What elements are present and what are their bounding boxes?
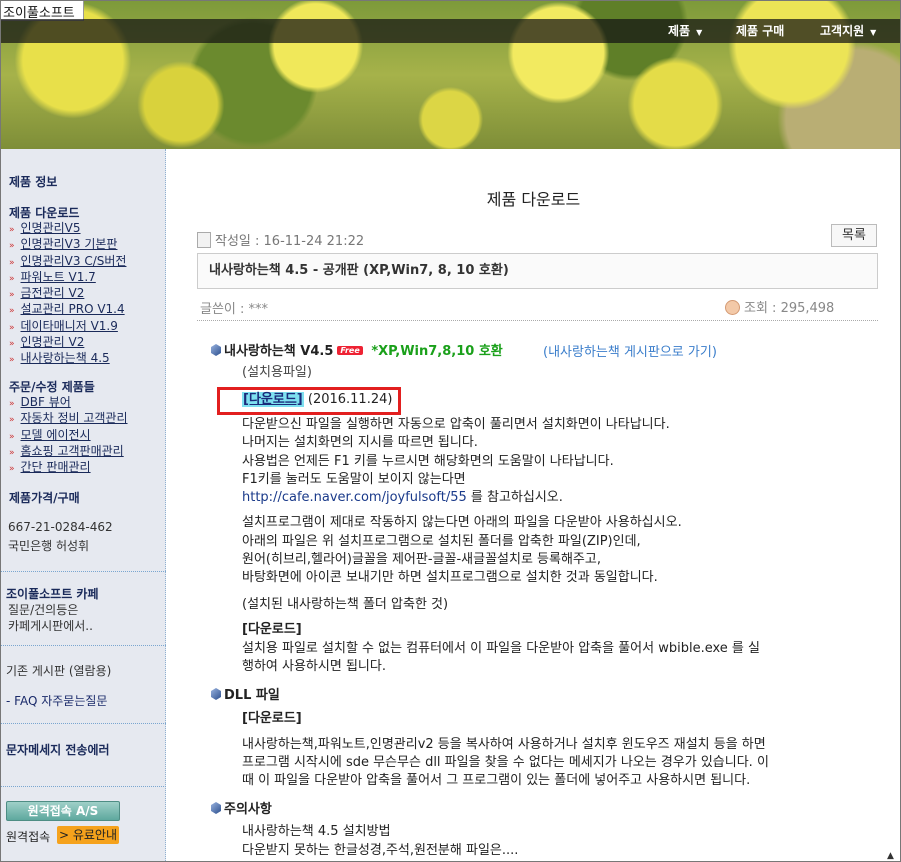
nav-purchase[interactable]: 제품 구매	[736, 22, 784, 39]
para-2-line: 바탕화면에 아이콘 보내기만 하면 설치프로그램으로 설치한 것과 동일합니다.	[242, 570, 658, 585]
sidebar-download-item[interactable]: » 인명관리V3 C/S버전	[9, 253, 126, 269]
sidebar-order-list: » DBF 뷰어 » 자동차 정비 고객관리 » 모델 에이전시 » 홈쇼핑 고객판매관…	[9, 394, 128, 475]
sidebar-order-item[interactable]: » 홈쇼핑 고객판매관리	[9, 443, 128, 459]
nav-support[interactable]: 고객지원 ▼	[820, 22, 876, 39]
divider	[1, 786, 166, 787]
smiley-icon	[725, 300, 740, 315]
sidebar-download-item[interactable]: » 인명관리V3 기본판	[9, 236, 126, 252]
cafe-line-1: 질문/건의등은	[8, 603, 79, 617]
para-2-line: 아래의 파일은 위 설치프로그램으로 설치된 폴더를 압축한 파일(ZIP)인데…	[242, 534, 641, 549]
divider	[197, 320, 878, 321]
main-content: 제품 다운로드 작성일 : 16-11-24 21:22 목록 내사랑하는책 4…	[167, 149, 900, 861]
account-bank: 국민은행 허성휘	[8, 539, 90, 553]
zip-label: (설치된 내사랑하는책 폴더 압축한 것)	[242, 597, 449, 612]
sidebar-order-item[interactable]: » 간단 판매관리	[9, 459, 128, 475]
section-title: 내사랑하는책 V4.5 Free *XP,Win7,8,10 호환	[211, 340, 503, 359]
board-link[interactable]: (내사랑하는책 게시판으로 가기)	[543, 341, 717, 360]
sidebar-order-item[interactable]: » DBF 뷰어	[9, 394, 128, 410]
para-1-line: 다운받으신 파일을 실행하면 자동으로 압축이 풀리면서 설치화면이 나타납니다…	[242, 417, 670, 432]
sidebar-download-item[interactable]: » 데이타매니저 V1.9	[9, 318, 126, 334]
para-1-line: F1키를 눌러도 도움말이 보이지 않는다면	[242, 472, 466, 487]
caution-link[interactable]: 다운받지 못하는 한글성경,주석,원전분해 파일은....	[242, 842, 518, 860]
gem-icon	[211, 344, 221, 356]
download-link[interactable]: [다운로드]	[242, 392, 304, 407]
post-date: 작성일 : 16-11-24 21:22	[197, 230, 364, 249]
sidebar-order-item[interactable]: » 모델 에이전시	[9, 427, 128, 443]
para-1-line: 사용법은 언제든 F1 키를 누르시면 해당화면의 도움말이 나타납니다.	[242, 454, 614, 469]
divider	[1, 571, 166, 572]
sidebar-download-list: » 인명관리V5 » 인명관리V3 기본판 » 인명관리V3 C/S버전 » 파워노트 …	[9, 220, 126, 367]
para-2-line: 설치프로그램이 제대로 작동하지 않는다면 아래의 파일을 다운받아 사용하십시…	[242, 515, 682, 530]
sidebar-download-item[interactable]: » 금전관리 V2	[9, 285, 126, 301]
sidebar-old-board[interactable]: 기존 게시판 (열람용)	[6, 662, 111, 679]
sidebar-download-item[interactable]: » 인명관리V5	[9, 220, 126, 236]
section-title: DLL 파일	[211, 684, 280, 703]
top-navigation: 제품 ▼ 제품 구매 고객지원 ▼	[1, 19, 900, 43]
dll-download-link[interactable]: [다운로드]	[242, 710, 302, 728]
page-title: 제품 다운로드	[486, 190, 581, 209]
sidebar-download-item[interactable]: » 설교관리 PRO V1.4	[9, 301, 126, 317]
sidebar-faq-link[interactable]: - FAQ 자주묻는질문	[6, 692, 107, 709]
install-file-label: (설치용파일)	[242, 365, 312, 380]
zip-desc-line: 설치용 파일로 설치할 수 없는 컴퓨터에서 이 파일을 다운받아 압축을 풀어…	[242, 641, 760, 656]
remote-as-button[interactable]: 원격접속 A/S	[6, 801, 120, 821]
sidebar-cafe-heading[interactable]: 조이풀소프트 카페	[6, 585, 99, 602]
sidebar-price-heading[interactable]: 제품가격/구매	[9, 489, 80, 506]
paid-info-button[interactable]: > 유료안내	[57, 826, 119, 844]
compat-label: *XP,Win7,8,10 호환	[371, 344, 503, 359]
sidebar-download-item[interactable]: » 파워노트 V1.7	[9, 269, 126, 285]
caution-link[interactable]: 내사랑하는책 4.5 설치방법	[242, 823, 391, 841]
zip-desc-line: 행하여 사용하시면 됩니다.	[242, 659, 386, 674]
dll-desc-line: 때 이 파일을 다운받아 압축을 풀어서 그 프로그램이 있는 폴더에 넣어주고…	[242, 773, 751, 788]
sidebar-download-heading[interactable]: 제품 다운로드	[9, 204, 79, 221]
gem-icon	[211, 688, 221, 700]
post-author: 글쓴이 : ***	[200, 302, 269, 317]
sidebar-product-info[interactable]: 제품 정보	[9, 173, 57, 190]
chevron-down-icon: ▼	[870, 28, 877, 37]
sidebar-download-item[interactable]: » 인명관리 V2	[9, 334, 126, 350]
cafe-line-2: 카페게시판에서..	[8, 619, 93, 633]
nav-products[interactable]: 제품 ▼	[668, 22, 702, 39]
download-row: [다운로드] (2016.11.24)	[242, 392, 393, 407]
view-count: 조회 : 295,498	[725, 297, 834, 316]
divider	[1, 723, 166, 724]
chevron-down-icon: ▼	[696, 28, 703, 37]
divider	[1, 645, 166, 646]
section-title: 주의사항	[211, 798, 272, 817]
site-logo[interactable]: 조이풀소프트	[1, 1, 84, 21]
header-banner: 조이풀소프트 제품 ▼ 제품 구매 고객지원 ▼	[1, 1, 900, 149]
para-1-line: 나머지는 설치화면의 지시를 따르면 됩니다.	[242, 435, 478, 450]
sidebar: 제품 정보 제품 다운로드 » 인명관리V5 » 인명관리V3 기본판 » 인명관리V…	[1, 149, 166, 861]
gem-icon	[211, 802, 221, 814]
account-number: 667-21-0284-462	[8, 520, 113, 534]
para-2-line: 원어(히브리,헬라어)글꼴을 제어판-글꼴-새글꼴설치로 등록해주고,	[242, 552, 601, 567]
browser-page: 조이풀소프트 제품 ▼ 제품 구매 고객지원 ▼ 제품 정보 제품 다운로드 » 인명…	[0, 0, 901, 862]
document-icon	[197, 232, 211, 248]
sidebar-order-heading: 주문/수정 제품들	[9, 380, 95, 394]
dll-desc-line: 프로그램 시작시에 sde 무슨무슨 dll 파일을 찾을 수 없다는 메세지가…	[242, 755, 769, 770]
sidebar-sms-error[interactable]: 문자메세지 전송에러	[6, 741, 110, 758]
list-button[interactable]: 목록	[831, 224, 877, 247]
sidebar-download-item[interactable]: » 내사랑하는책 4.5	[9, 350, 126, 366]
zip-download-link[interactable]: [다운로드]	[242, 621, 302, 639]
resize-grip-icon[interactable]: ▲	[887, 851, 897, 861]
sidebar-order-item[interactable]: » 자동차 정비 고객관리	[9, 410, 128, 426]
dll-desc-line: 내사랑하는책,파워노트,인명관리v2 등을 복사하여 사용하거나 설치후 윈도우…	[242, 737, 766, 752]
cafe-url-line: http://cafe.naver.com/joyfulsoft/55 를 참고…	[242, 490, 563, 505]
post-title: 내사랑하는책 4.5 - 공개판 (XP,Win7, 8, 10 호환)	[197, 253, 878, 289]
cafe-url-link[interactable]: http://cafe.naver.com/joyfulsoft/55	[242, 490, 467, 505]
free-badge: Free	[337, 346, 363, 355]
remote-label: 원격접속	[6, 830, 51, 844]
